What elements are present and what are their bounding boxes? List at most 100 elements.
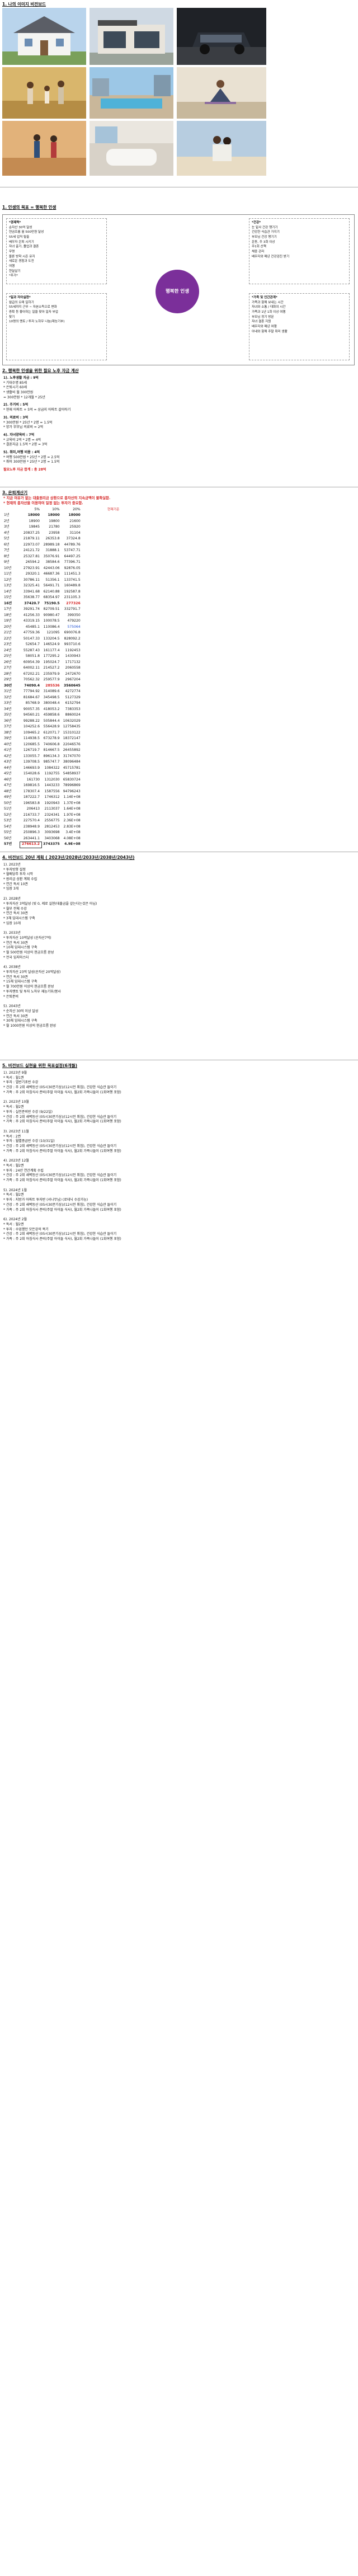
table-cell: 250896.3 [23,830,40,835]
section-2-title: 2. 행복한 인생을 위한 필요 노후 자금 계산 [2,368,79,373]
table-cell: 8860024 [65,713,81,717]
table-cell: 133055.7 [23,754,40,758]
quadrant-line: 현금흐름 월 500만원 달성 [9,231,44,234]
plan-heading: 5). 2043년 [3,1004,21,1009]
luxury-bathroom-photo [90,121,173,176]
table-cell: 17년 [4,607,12,612]
table-row: 37년 104252.6 556428.9 12758435 [2,725,82,731]
table-row: 22년 50147.33 133204.5 828092.2 [2,636,82,642]
table-cell: 6152794 [65,701,81,706]
table-cell: 231105.3 [64,595,81,600]
table-cell: 1192453 [65,648,81,652]
plan-item: * 독서 : 월2권 [3,1164,24,1168]
family-walking-photo [2,67,86,119]
table-cell: 380048.4 [43,701,60,706]
fund-line: * 여행 500만원 * 25년 * 2명 = 2.5억 [3,455,60,459]
table-cell: 3년 [4,525,10,529]
table-cell: 259577.9 [43,678,60,682]
table-cell: 192587.8 [64,589,81,594]
plan-item: * 투자자산 3억달성 (빚 0, 제로 실현(대출금을 갚는다는것은 아님) [3,901,97,906]
fund-line: * 양가 부모님 의료비 = 2억 [3,425,44,430]
table-cell: 505844.4 [43,718,60,723]
table-row: 20년 45485.1 110086.4 575064 [2,624,82,631]
plan-item: * 월부 전체 수강 [3,906,27,911]
table-cell: 26353.8 [45,537,60,541]
table-cell: 139708.5 [23,760,40,764]
table-cell: 146693.9 [23,765,40,770]
table-cell: 41년 [4,748,12,753]
table-cell: 195024.7 [43,660,60,664]
fund-line: * 현재 아파트 + 5억 = 상급지 아파트 갈아타기 [3,408,71,412]
table-cell: 161730 [26,777,40,782]
quadrant-line: 55세까지 근무 ~ 자본소득으로 변화 [9,305,57,309]
quadrant-line: 가족과 1년 1회 이상 여행 [252,310,286,314]
table-cell: 740606.8 [43,742,60,746]
section-1-title: 1. 나의 이미지 비전보드 [2,2,46,7]
table-cell: 12758435 [63,725,81,729]
table-header: 20% [73,507,81,511]
plan-item: * 연간 독서 30권 [3,975,28,979]
table-cell: 612071.7 [43,730,60,735]
table-cell: 169816.5 [23,783,40,788]
table-cell: 41256.33 [23,613,40,617]
table-cell: 37324.8 [66,537,81,541]
table-cell: 8년 [4,554,10,558]
quadrant-line: 가족과 함께 보내는 시간 [252,300,284,304]
plan-heading: 2). 2028년 [3,897,21,901]
table-cell: 94796243 [63,789,81,793]
plan-item: * 연간 독서 30권 [3,911,28,916]
table-cell: 1430943 [65,654,81,659]
table-row: 3년 19845 21780 25920 [2,525,82,531]
table-cell: 48년 [4,789,12,793]
table-row: 30년 74090.4 285536 3560645 [2,683,82,689]
table-row: 43년 139708.5 985747.7 38096484 [2,760,82,766]
table-cell: 31104 [69,530,81,535]
table-cell: 985747.7 [43,760,60,764]
table-cell: 12년 [4,577,12,582]
table-cell: 13년 [4,584,12,588]
table-cell: 993710.6 [64,642,81,647]
table-cell: 47년 [4,783,12,788]
table-cell: 46년 [4,777,12,782]
table-cell: 4.08E+08 [63,836,81,840]
table-cell: 133741.5 [64,577,81,582]
table-cell: 26455892 [63,748,81,753]
table-cell: 78996869 [63,783,81,788]
table-cell: 70562.32 [23,678,40,682]
quadrant-line: 체중 관리 [252,250,265,253]
table-cell: 35076.91 [43,554,60,558]
table-cell: 31년 [4,689,12,694]
table-row: 40년 120685.5 740606.8 22046576 [2,742,82,748]
table-cell: 37년 [4,725,12,729]
table-cell: 67202.21 [23,671,40,676]
plan-item: * 건강 : 주 2회 새벽등산 (05시30분기상)/(12시전 취침), 건… [3,1144,117,1148]
table-cell: 81684.67 [23,695,40,699]
table-cell: 15310122 [63,730,81,735]
table-cell: 40년 [4,742,12,746]
table-cell: 1746312 [44,795,60,800]
plan-item: * 투자 : 실전준비반 수강 (9/22일) [3,1110,53,1114]
table-cell: 4272774 [65,689,81,694]
table-cell: 896134.3 [43,754,60,758]
section-4-title: 4. 비전보드 20년 계획 ( 2023년/2028년/2033년/2038년… [2,855,135,860]
plan-item: * 독서 : 2권 [3,1134,21,1139]
table-cell: 277326 [66,601,81,605]
quadrant-line: 배우자와 매년 건강검진 받기 [252,255,290,258]
plan-item: * 연간 독서 30권 [3,1014,28,1018]
current-basis-note: 현재기준 [107,508,120,511]
table-cell: 56년 [4,836,12,840]
table-cell: 1.97E+08 [63,812,81,817]
plan-block: 5). 2043년 * 순자산 30억 이상 달성 * 연간 독서 30권 * 30채… [3,1004,339,1028]
quadrant-line: 눈 밑사 건강 챙기기 [252,225,278,229]
table-cell: 62140.88 [43,589,60,594]
table-row: 23년 52654.7 146524.9 993710.6 [2,642,82,648]
table-cell: 276613.2 [20,841,42,848]
plan-block: 2). 2023년 10월 * 독서 : 월2권 * 투자 : 실전준비반 수강 (… [3,1100,350,1124]
table-cell: 5127329 [65,695,81,699]
table-row: 9년 26594.2 38584.6 77396.71 [2,560,82,566]
fund-line: 3). 의료비 : 3억 [3,415,29,420]
happy-life-circle: 행복한 인생 [156,270,199,313]
quadrant-line: 자녀 결혼 지원 [252,320,271,324]
table-cell: 1443233 [44,783,60,788]
table-cell: 187222.7 [23,795,40,800]
